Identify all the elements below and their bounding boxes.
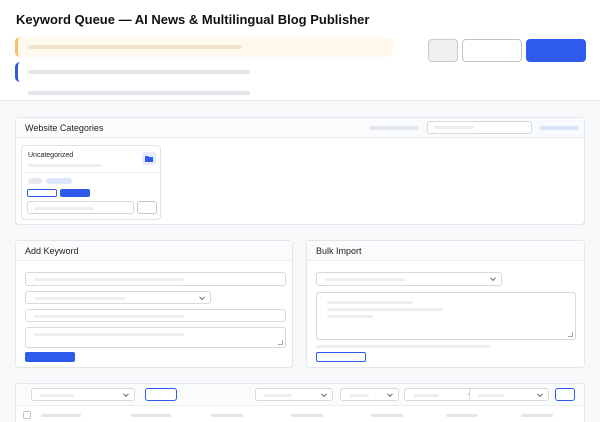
chevron-down-icon xyxy=(199,293,205,300)
primary-button[interactable] xyxy=(526,39,586,62)
select-all-checkbox[interactable] xyxy=(23,411,31,419)
folder-icon xyxy=(145,156,153,162)
panel-header: Website Categories xyxy=(16,118,584,138)
warning-notice xyxy=(15,37,393,57)
table-header-cell xyxy=(521,414,553,417)
table-header-cell xyxy=(291,414,323,417)
status-filter-select[interactable] xyxy=(31,388,135,401)
page-header: Keyword Queue — AI News & Multilingual B… xyxy=(0,0,600,101)
keyword-input[interactable] xyxy=(25,272,286,286)
category-filter-select[interactable] xyxy=(340,388,399,401)
chevron-down-icon xyxy=(123,390,129,397)
category-input[interactable] xyxy=(25,309,286,322)
chevron-down-icon xyxy=(387,390,393,397)
language-select[interactable] xyxy=(25,291,211,304)
bulk-textarea[interactable] xyxy=(316,292,576,340)
apply-button[interactable] xyxy=(555,388,575,401)
folder-button[interactable] xyxy=(142,152,156,165)
notice-text-placeholder xyxy=(28,70,250,74)
bulk-import-panel: Bulk Import xyxy=(306,240,585,368)
panel-header: Add Keyword xyxy=(16,241,292,261)
notice-text-placeholder xyxy=(28,45,242,49)
bulk-select[interactable] xyxy=(316,272,502,286)
card-input[interactable] xyxy=(27,201,134,214)
category-card-title: Uncategorized xyxy=(28,152,74,159)
panel-title: Bulk Import xyxy=(316,246,362,256)
secondary-button[interactable] xyxy=(428,39,458,62)
import-button[interactable] xyxy=(316,352,366,362)
save-button[interactable] xyxy=(60,189,90,197)
card-small-button[interactable] xyxy=(137,201,157,214)
table-header-cell xyxy=(371,414,403,417)
category-search-input[interactable] xyxy=(427,121,532,134)
filter-button[interactable] xyxy=(145,388,177,401)
chevron-down-icon xyxy=(537,390,543,397)
queue-table-panel xyxy=(15,383,585,422)
table-header-cell xyxy=(131,414,171,417)
resize-handle-icon[interactable] xyxy=(568,332,573,337)
table-header-cell xyxy=(446,414,478,417)
panel-title: Add Keyword xyxy=(25,246,79,256)
edit-button[interactable] xyxy=(27,189,57,197)
category-card: Uncategorized xyxy=(21,145,161,220)
page-title: Keyword Queue — AI News & Multilingual B… xyxy=(16,12,370,27)
panel-title: Website Categories xyxy=(25,123,104,133)
chevron-down-icon xyxy=(490,275,496,282)
info-notice xyxy=(15,62,393,82)
panel-header: Bulk Import xyxy=(307,241,584,261)
badge-placeholder xyxy=(46,178,72,184)
notes-textarea[interactable] xyxy=(25,327,286,348)
add-keyword-panel: Add Keyword xyxy=(15,240,293,368)
chevron-down-icon xyxy=(321,390,327,397)
add-keyword-button[interactable] xyxy=(25,352,75,362)
header-link-placeholder[interactable] xyxy=(539,126,579,130)
outline-button[interactable] xyxy=(462,39,522,62)
language-filter-select[interactable] xyxy=(255,388,333,401)
table-header-cell xyxy=(211,414,243,417)
table-header-cell xyxy=(41,414,81,417)
notice-subtext-placeholder xyxy=(28,91,250,95)
badge-placeholder xyxy=(28,178,42,184)
order-select[interactable] xyxy=(469,388,549,401)
resize-handle-icon[interactable] xyxy=(278,340,283,345)
header-text-placeholder xyxy=(369,126,419,130)
